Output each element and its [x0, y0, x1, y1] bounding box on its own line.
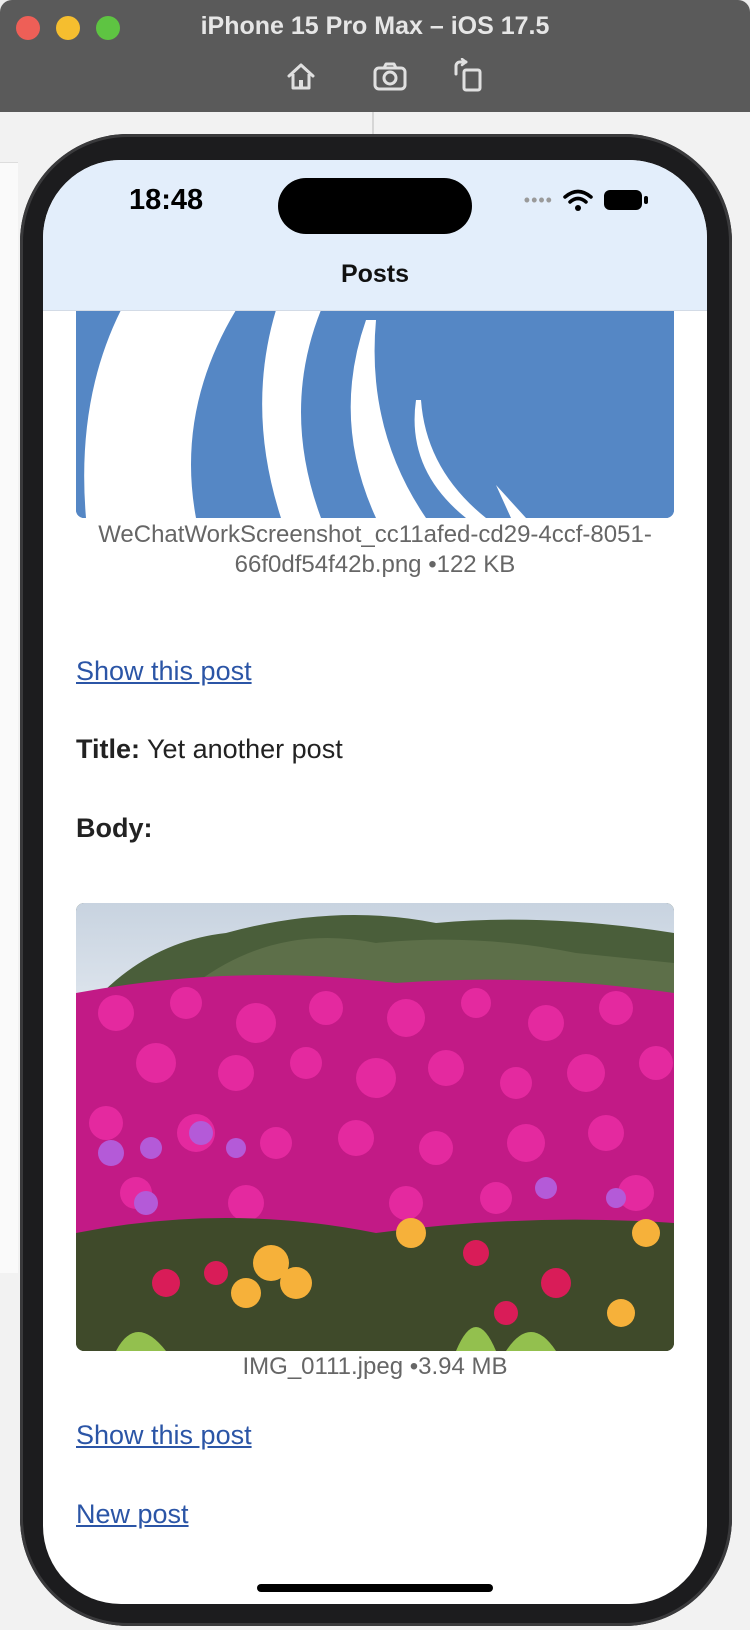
signal-icon: ••••	[523, 189, 553, 210]
dynamic-island	[278, 178, 472, 234]
flowers-photo	[76, 903, 674, 1351]
attachment-size: •3.94 MB	[409, 1353, 508, 1380]
post-title: Yet another post	[147, 734, 343, 764]
new-post-link[interactable]: New post	[76, 1499, 189, 1530]
attachment-filename: IMG_0111.jpeg	[242, 1353, 404, 1380]
simulator-titlebar: iPhone 15 Pro Max – iOS 17.5	[0, 0, 750, 112]
title-label: Title:	[76, 734, 141, 764]
show-post-link[interactable]: Show this post	[76, 656, 252, 687]
rotate-button[interactable]	[450, 57, 486, 94]
screenshot-icon	[373, 62, 407, 91]
page-title: Posts	[340, 260, 410, 288]
wechat-screenshot-image	[76, 310, 674, 518]
iphone-screen: 18:48 •••• Posts WeChatWorkScreenshot_cc…	[43, 160, 707, 1604]
attachment-caption: WeChatWorkScreenshot_cc11afed-cd29-4ccf-…	[76, 520, 674, 580]
post-attachment-image[interactable]	[76, 903, 674, 1351]
home-icon	[287, 63, 315, 90]
status-icons: ••••	[524, 188, 649, 212]
status-time: 18:48	[129, 184, 204, 216]
post-attachment-image[interactable]	[76, 310, 674, 518]
rotate-icon	[454, 57, 482, 92]
attachment-filename: WeChatWorkScreenshot_cc11afed-cd29-4ccf-…	[98, 521, 652, 578]
show-post-link[interactable]: Show this post	[76, 1420, 252, 1451]
battery-icon	[604, 190, 648, 210]
window-title: iPhone 15 Pro Max – iOS 17.5	[200, 12, 550, 40]
background-panel	[0, 162, 18, 1273]
body-label: Body:	[76, 813, 153, 843]
attachment-size: •122 KB	[428, 551, 516, 578]
home-button[interactable]	[283, 58, 319, 94]
post-body-line: Body:	[76, 813, 153, 844]
home-indicator[interactable]	[257, 1584, 493, 1592]
wifi-icon	[563, 189, 593, 211]
attachment-caption: IMG_0111.jpeg •3.94 MB	[76, 1352, 674, 1382]
screenshot-button[interactable]	[372, 58, 408, 94]
post-title-line: Title: Yet another post	[76, 734, 343, 765]
